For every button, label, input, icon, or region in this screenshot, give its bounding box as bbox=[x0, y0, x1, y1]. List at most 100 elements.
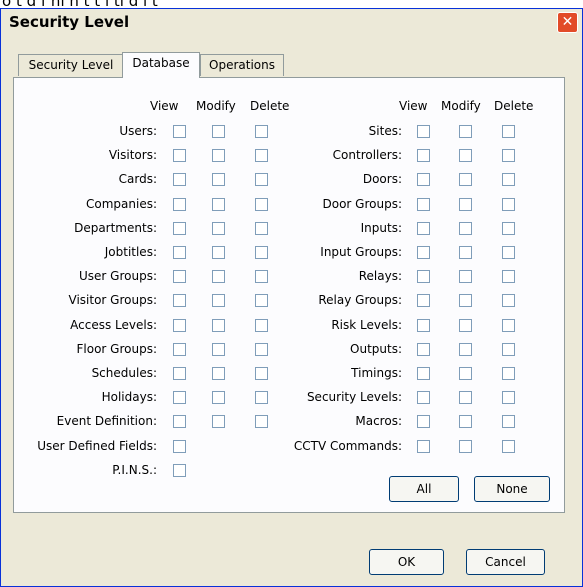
view-checkbox[interactable] bbox=[417, 125, 430, 138]
ok-button[interactable]: OK bbox=[369, 549, 444, 575]
modify-checkbox[interactable] bbox=[212, 173, 225, 187]
view-checkbox[interactable] bbox=[417, 173, 430, 187]
select-all-button[interactable]: All bbox=[389, 476, 459, 502]
modify-checkbox[interactable] bbox=[212, 294, 225, 308]
view-checkbox[interactable] bbox=[417, 342, 430, 356]
view-checkbox[interactable] bbox=[173, 173, 186, 187]
tab-security-level[interactable]: Security Level bbox=[18, 54, 124, 76]
modify-checkbox[interactable] bbox=[459, 149, 472, 163]
delete-checkbox[interactable] bbox=[255, 415, 268, 429]
delete-checkbox[interactable] bbox=[255, 197, 268, 211]
left-view-header: View bbox=[150, 99, 179, 113]
modify-checkbox[interactable] bbox=[459, 221, 472, 235]
delete-checkbox[interactable] bbox=[255, 173, 268, 187]
view-checkbox[interactable] bbox=[417, 221, 430, 235]
view-checkbox[interactable] bbox=[173, 318, 186, 332]
modify-checkbox[interactable] bbox=[212, 415, 225, 429]
modify-checkbox[interactable] bbox=[459, 391, 472, 405]
view-checkbox[interactable] bbox=[417, 197, 430, 211]
modify-checkbox[interactable] bbox=[212, 367, 225, 380]
view-checkbox[interactable] bbox=[417, 318, 430, 332]
view-checkbox[interactable] bbox=[173, 391, 186, 405]
delete-checkbox[interactable] bbox=[255, 342, 268, 356]
left-row-label: Schedules: bbox=[91, 366, 157, 380]
delete-checkbox[interactable] bbox=[255, 246, 268, 259]
delete-checkbox[interactable] bbox=[502, 391, 515, 405]
delete-checkbox[interactable] bbox=[502, 149, 515, 163]
modify-checkbox[interactable] bbox=[459, 342, 472, 356]
delete-checkbox[interactable] bbox=[502, 318, 515, 332]
delete-checkbox[interactable] bbox=[502, 270, 515, 284]
delete-checkbox[interactable] bbox=[502, 342, 515, 356]
delete-checkbox[interactable] bbox=[255, 270, 268, 284]
tab-operations[interactable]: Operations bbox=[200, 54, 284, 76]
modify-checkbox[interactable] bbox=[459, 439, 472, 453]
view-checkbox[interactable] bbox=[173, 415, 186, 429]
modify-checkbox[interactable] bbox=[212, 246, 225, 259]
delete-checkbox[interactable] bbox=[255, 318, 268, 332]
modify-checkbox[interactable] bbox=[459, 367, 472, 380]
modify-checkbox[interactable] bbox=[212, 149, 225, 163]
view-checkbox[interactable] bbox=[173, 294, 186, 308]
view-checkbox[interactable] bbox=[417, 415, 430, 429]
modify-checkbox[interactable] bbox=[459, 246, 472, 259]
modify-checkbox[interactable] bbox=[459, 125, 472, 138]
delete-checkbox[interactable] bbox=[255, 221, 268, 235]
tab-database[interactable]: Database bbox=[122, 52, 200, 78]
delete-checkbox[interactable] bbox=[255, 367, 268, 380]
modify-checkbox[interactable] bbox=[212, 391, 225, 405]
modify-checkbox[interactable] bbox=[459, 197, 472, 211]
tab-label: Operations bbox=[209, 58, 275, 72]
view-checkbox[interactable] bbox=[417, 270, 430, 284]
view-checkbox[interactable] bbox=[173, 125, 186, 138]
right-view-header: View bbox=[399, 99, 428, 113]
right-row-label: Doors: bbox=[362, 172, 402, 187]
view-checkbox[interactable] bbox=[173, 246, 186, 259]
modify-checkbox[interactable] bbox=[459, 294, 472, 308]
delete-checkbox[interactable] bbox=[502, 173, 515, 187]
view-checkbox[interactable] bbox=[417, 149, 430, 163]
view-checkbox[interactable] bbox=[173, 149, 186, 163]
delete-checkbox[interactable] bbox=[502, 415, 515, 429]
delete-checkbox[interactable] bbox=[502, 367, 515, 380]
delete-checkbox[interactable] bbox=[502, 125, 515, 138]
cancel-button[interactable]: Cancel bbox=[466, 549, 545, 575]
view-checkbox[interactable] bbox=[173, 367, 186, 380]
modify-checkbox[interactable] bbox=[212, 125, 225, 138]
modify-checkbox[interactable] bbox=[459, 173, 472, 187]
left-row-label: Event Definition: bbox=[56, 414, 157, 429]
modify-checkbox[interactable] bbox=[212, 270, 225, 284]
delete-checkbox[interactable] bbox=[502, 197, 515, 211]
delete-checkbox[interactable] bbox=[255, 391, 268, 405]
view-checkbox[interactable] bbox=[173, 197, 186, 211]
delete-checkbox[interactable] bbox=[502, 221, 515, 235]
view-checkbox[interactable] bbox=[417, 246, 430, 259]
delete-checkbox[interactable] bbox=[255, 294, 268, 308]
view-checkbox[interactable] bbox=[417, 391, 430, 405]
modify-checkbox[interactable] bbox=[459, 318, 472, 332]
right-row-label: Controllers: bbox=[332, 148, 402, 163]
modify-checkbox[interactable] bbox=[212, 342, 225, 356]
modify-checkbox[interactable] bbox=[212, 197, 225, 211]
modify-checkbox[interactable] bbox=[212, 318, 225, 332]
view-checkbox[interactable] bbox=[173, 439, 186, 453]
view-checkbox[interactable] bbox=[417, 294, 430, 308]
modify-checkbox[interactable] bbox=[459, 270, 472, 284]
view-checkbox[interactable] bbox=[173, 270, 186, 284]
delete-checkbox[interactable] bbox=[502, 439, 515, 453]
left-row-label: Cards: bbox=[118, 172, 157, 187]
title-bar[interactable]: Security Level ✕ bbox=[1, 9, 582, 37]
modify-checkbox[interactable] bbox=[212, 221, 225, 235]
view-checkbox[interactable] bbox=[173, 342, 186, 356]
modify-checkbox[interactable] bbox=[459, 415, 472, 429]
close-button[interactable]: ✕ bbox=[557, 12, 578, 33]
delete-checkbox[interactable] bbox=[502, 294, 515, 308]
view-checkbox[interactable] bbox=[173, 463, 186, 477]
view-checkbox[interactable] bbox=[417, 439, 430, 453]
select-none-button[interactable]: None bbox=[474, 476, 550, 502]
delete-checkbox[interactable] bbox=[502, 246, 515, 259]
view-checkbox[interactable] bbox=[417, 367, 430, 380]
delete-checkbox[interactable] bbox=[255, 149, 268, 163]
view-checkbox[interactable] bbox=[173, 221, 186, 235]
delete-checkbox[interactable] bbox=[255, 125, 268, 138]
